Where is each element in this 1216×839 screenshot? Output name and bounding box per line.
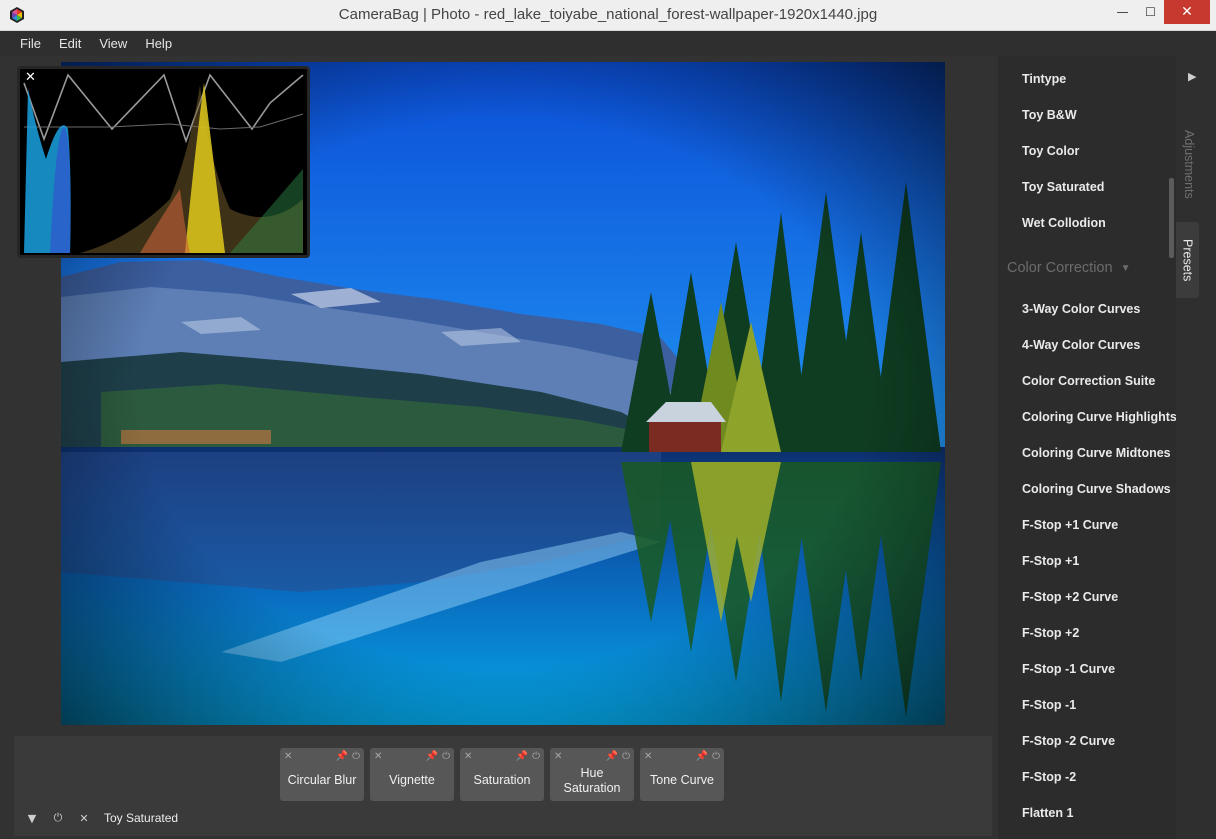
remove-icon[interactable]: ✕ bbox=[554, 751, 562, 762]
preset-item[interactable]: F-Stop -1 bbox=[1022, 698, 1076, 712]
menu-help[interactable]: Help bbox=[145, 36, 172, 51]
chevron-down-icon: ▼ bbox=[1120, 263, 1131, 274]
title-bar: CameraBag | Photo - red_lake_toiyabe_nat… bbox=[0, 0, 1216, 31]
stack-card-label: Circular Blur bbox=[287, 773, 357, 787]
stack-card-label: Vignette bbox=[389, 773, 435, 787]
stack-card-vignette[interactable]: ✕ 📌 ⏻ Vignette bbox=[370, 748, 454, 801]
preset-item[interactable]: Coloring Curve Highlights bbox=[1022, 410, 1176, 424]
window-title: CameraBag | Photo - red_lake_toiyabe_nat… bbox=[338, 6, 878, 23]
section-title: Color Correction bbox=[1007, 260, 1113, 276]
preset-item[interactable]: Coloring Curve Shadows bbox=[1022, 482, 1171, 496]
histogram-close-icon[interactable]: ✕ bbox=[25, 70, 36, 85]
power-icon[interactable]: ⏻ bbox=[532, 751, 540, 762]
stack-card-label: Hue Saturation bbox=[563, 765, 621, 795]
remove-icon[interactable]: ✕ bbox=[644, 751, 652, 762]
tab-presets-label: Presets bbox=[1180, 238, 1195, 282]
minimize-button[interactable]: — bbox=[1109, 0, 1136, 24]
preset-item[interactable]: F-Stop +1 Curve bbox=[1022, 518, 1118, 532]
stack-card-hue-saturation[interactable]: ✕ 📌 ⏻ Hue Saturation bbox=[550, 748, 634, 801]
stack-card-circular-blur[interactable]: ✕ 📌 ⏻ Circular Blur bbox=[280, 748, 364, 801]
pin-icon[interactable]: 📌 bbox=[336, 751, 348, 762]
photo-workspace: ✕ ✕ 📌 ⏻ Circular Blur ✕ 📌 ⏻ Vignette ✕ 📌 ⏻ Sat… bbox=[0, 56, 998, 839]
clear-stack-icon[interactable]: ✕ bbox=[76, 812, 92, 825]
remove-icon[interactable]: ✕ bbox=[374, 751, 382, 762]
presets-panel: Tintype Toy B&W Toy Color Toy Saturated … bbox=[998, 56, 1176, 839]
menu-view[interactable]: View bbox=[99, 36, 127, 51]
preset-item[interactable]: Flatten 1 bbox=[1022, 806, 1073, 820]
presets-scrollbar[interactable] bbox=[1169, 178, 1174, 258]
close-icon: ✕ bbox=[1181, 4, 1193, 20]
maximize-button[interactable]: ☐ bbox=[1137, 0, 1164, 24]
section-header-color-correction[interactable]: Color Correction ▼ bbox=[1007, 260, 1130, 276]
preset-item[interactable]: F-Stop +2 bbox=[1022, 626, 1079, 640]
stack-card-label: Tone Curve bbox=[650, 773, 714, 787]
expand-panel-icon[interactable]: ▶ bbox=[1188, 70, 1196, 83]
preset-item[interactable]: F-Stop -2 bbox=[1022, 770, 1076, 784]
stack-footer: ▼ ⏻ ✕ Toy Saturated bbox=[24, 808, 178, 828]
preset-item[interactable]: Color Correction Suite bbox=[1022, 374, 1155, 388]
stack-card-label: Saturation bbox=[473, 773, 531, 787]
preset-item[interactable]: Toy Saturated bbox=[1022, 180, 1104, 194]
preset-item[interactable]: Toy Color bbox=[1022, 144, 1079, 158]
stack-card-saturation[interactable]: ✕ 📌 ⏻ Saturation bbox=[460, 748, 544, 801]
side-tab-strip: ▶ Adjustments Presets bbox=[1176, 56, 1216, 839]
preset-item[interactable]: Toy B&W bbox=[1022, 108, 1077, 122]
adjustment-stack-panel: ✕ 📌 ⏻ Circular Blur ✕ 📌 ⏻ Vignette ✕ 📌 ⏻ Satur… bbox=[14, 736, 992, 836]
preset-item[interactable]: Tintype bbox=[1022, 72, 1066, 86]
pin-icon[interactable]: 📌 bbox=[516, 751, 528, 762]
current-preset-name: Toy Saturated bbox=[104, 811, 179, 825]
tab-adjustments-label: Adjustments bbox=[1182, 129, 1196, 199]
tab-adjustments[interactable]: Adjustments bbox=[1178, 124, 1200, 204]
preset-item[interactable]: F-Stop -2 Curve bbox=[1022, 734, 1115, 748]
collapse-triangle-icon[interactable]: ▼ bbox=[24, 812, 40, 825]
preset-item[interactable]: 4-Way Color Curves bbox=[1022, 338, 1140, 352]
preset-item[interactable]: F-Stop +2 Curve bbox=[1022, 590, 1118, 604]
minimize-icon: — bbox=[1116, 5, 1129, 19]
maximize-icon: ☐ bbox=[1145, 5, 1156, 19]
remove-icon[interactable]: ✕ bbox=[284, 751, 292, 762]
menu-edit[interactable]: Edit bbox=[59, 36, 81, 51]
remove-icon[interactable]: ✕ bbox=[464, 751, 472, 762]
pin-icon[interactable]: 📌 bbox=[606, 751, 618, 762]
power-icon[interactable]: ⏻ bbox=[50, 811, 66, 825]
stack-card-tone-curve[interactable]: ✕ 📌 ⏻ Tone Curve bbox=[640, 748, 724, 801]
preset-item[interactable]: Coloring Curve Midtones bbox=[1022, 446, 1171, 460]
histogram-graph bbox=[23, 73, 304, 253]
menu-file[interactable]: File bbox=[20, 36, 41, 51]
preset-item[interactable]: 3-Way Color Curves bbox=[1022, 302, 1140, 316]
pin-icon[interactable]: 📌 bbox=[426, 751, 438, 762]
pin-icon[interactable]: 📌 bbox=[696, 751, 708, 762]
camerabag-window: CameraBag | Photo - red_lake_toiyabe_nat… bbox=[0, 0, 1216, 839]
menu-bar: File Edit View Help bbox=[0, 31, 1216, 56]
tab-presets[interactable]: Presets bbox=[1176, 222, 1199, 298]
histogram-overlay: ✕ bbox=[17, 66, 310, 258]
power-icon[interactable]: ⏻ bbox=[352, 751, 360, 762]
close-window-button[interactable]: ✕ bbox=[1164, 0, 1210, 24]
power-icon[interactable]: ⏻ bbox=[442, 751, 450, 762]
preset-item[interactable]: Wet Collodion bbox=[1022, 216, 1106, 230]
preset-item[interactable]: F-Stop -1 Curve bbox=[1022, 662, 1115, 676]
preset-item[interactable]: F-Stop +1 bbox=[1022, 554, 1079, 568]
power-icon[interactable]: ⏻ bbox=[622, 751, 630, 762]
power-icon[interactable]: ⏻ bbox=[712, 751, 720, 762]
